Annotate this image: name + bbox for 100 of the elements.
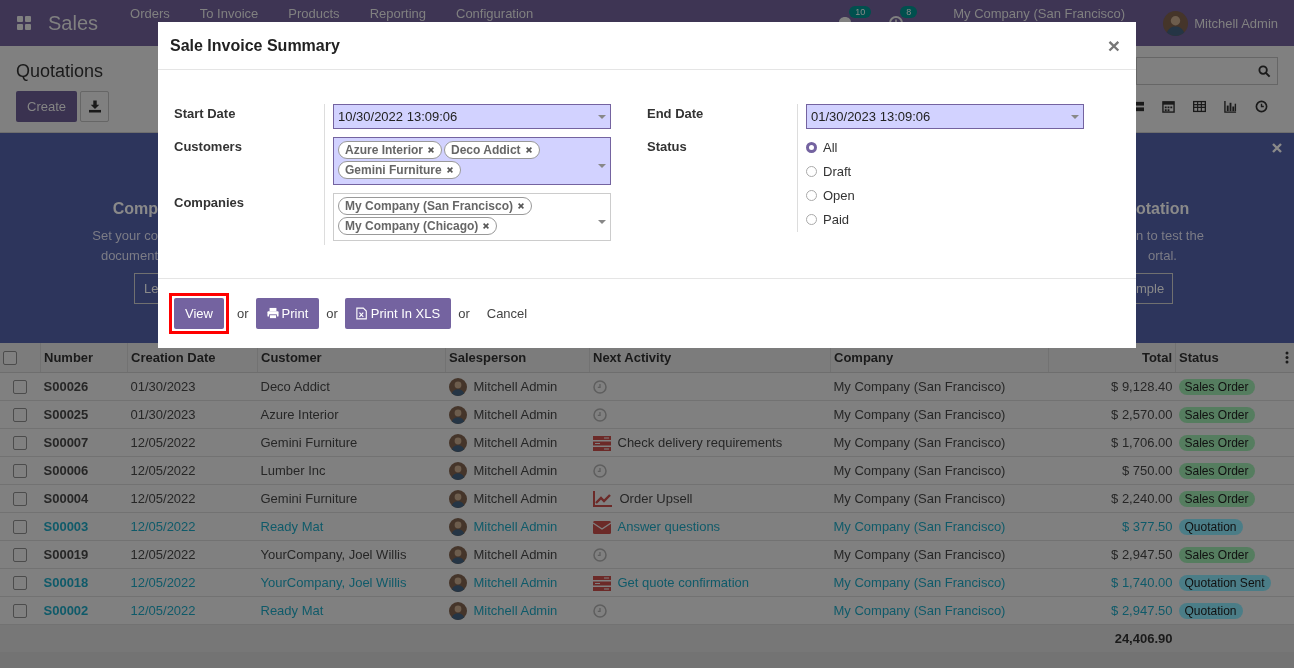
caret-icon [1071, 114, 1079, 119]
separator-text: or [236, 306, 249, 321]
table-cell: 12/05/2022 [130, 603, 196, 618]
list-icon[interactable] [592, 434, 611, 451]
activity-summary: Order Upsell [619, 491, 693, 506]
radio-option[interactable]: Paid [806, 211, 1120, 228]
search-field[interactable] [1136, 57, 1278, 85]
user-menu[interactable]: Mitchell Admin [1194, 15, 1278, 31]
action-button[interactable]: View [174, 298, 224, 329]
cancel-link[interactable]: Cancel [476, 306, 538, 321]
table-cell: My Company (San Francisco) [833, 547, 1006, 562]
order-number: S00002 [43, 603, 89, 618]
close-icon[interactable] [1271, 142, 1283, 154]
apps-menu-icon[interactable] [17, 16, 31, 30]
tags-field[interactable]: My Company (San Francisco) My Company (Chicago) [333, 193, 611, 241]
column-header[interactable]: Next Activity [593, 350, 672, 365]
envelope-icon[interactable] [592, 518, 611, 535]
radio-option[interactable]: Open [806, 187, 1120, 204]
banner-text: Set your co [92, 227, 158, 245]
row-checkbox[interactable] [13, 408, 28, 423]
status-badge: Sales Order [1178, 462, 1255, 479]
field-label: Start Date [174, 105, 237, 123]
avatar-icon [448, 545, 467, 564]
row-checkbox[interactable] [13, 464, 28, 479]
select-all-checkbox[interactable] [3, 351, 17, 366]
total-amount: 24,406.90 [1114, 631, 1173, 646]
status-badge: Quotation Sent [1178, 574, 1271, 591]
page-title: Quotations [16, 60, 104, 82]
download-icon [88, 100, 101, 113]
remove-icon[interactable] [482, 222, 491, 230]
row-checkbox[interactable] [13, 576, 28, 591]
table-cell: Ready Mat [260, 519, 324, 534]
table-cell: Mitchell Admin [473, 463, 558, 478]
user-avatar[interactable] [1163, 10, 1189, 36]
table-cell: Ready Mat [260, 603, 324, 618]
tag-chip[interactable]: Gemini Furniture [338, 161, 461, 179]
dialog-title: Sale Invoice Summary [170, 36, 340, 55]
download-button[interactable] [80, 91, 110, 122]
row-checkbox[interactable] [13, 548, 28, 563]
more-options-icon[interactable] [1285, 351, 1289, 364]
tag-chip[interactable]: My Company (San Francisco) [338, 197, 533, 215]
bar-chart-icon[interactable] [1224, 100, 1237, 113]
table-icon[interactable] [1193, 100, 1206, 113]
avatar-icon [448, 461, 467, 480]
table-cell: My Company (San Francisco) [833, 603, 1006, 618]
row-checkbox[interactable] [13, 492, 28, 507]
remove-icon[interactable] [427, 146, 435, 154]
radio-option[interactable]: All [806, 139, 1120, 156]
row-checkbox[interactable] [13, 520, 28, 535]
row-checkbox[interactable] [13, 436, 28, 451]
field-label: End Date [647, 105, 705, 123]
menu-item[interactable]: Reporting [369, 6, 426, 21]
table-cell: Azure Interior [260, 407, 339, 422]
tag-chip[interactable]: My Company (Chicago) [338, 217, 498, 235]
column-header[interactable]: Status [1179, 350, 1219, 365]
table-cell: Gemini Furniture [260, 435, 358, 450]
menu-item[interactable]: Products [288, 6, 340, 21]
row-checkbox[interactable] [13, 380, 28, 395]
menu-item[interactable]: Configuration [456, 6, 534, 21]
line-chart-icon[interactable] [592, 490, 613, 507]
create-button[interactable]: Create [16, 91, 78, 122]
remove-icon[interactable] [517, 202, 526, 210]
menu-item[interactable]: Orders [130, 6, 170, 21]
tag-chip[interactable]: Azure Interior [338, 141, 442, 159]
avatar-icon [448, 601, 467, 620]
search-icon[interactable] [1258, 64, 1271, 78]
date-field[interactable]: 10/30/2022 13:09:06 [333, 104, 611, 129]
field-label: Customers [174, 138, 243, 156]
amount: $ 1,740.00 [1111, 575, 1173, 590]
table-cell: Lumber Inc [260, 463, 326, 478]
table-cell: Mitchell Admin [473, 407, 558, 422]
column-header[interactable]: Company [834, 350, 894, 365]
action-button[interactable]: Print [255, 298, 320, 329]
action-button[interactable]: Print In XLS [344, 298, 452, 329]
remove-icon[interactable] [445, 166, 454, 174]
menu-item[interactable]: To Invoice [199, 6, 259, 21]
column-header[interactable]: Total [1141, 350, 1172, 365]
order-number: S00004 [43, 491, 89, 506]
close-button[interactable]: × [1103, 35, 1124, 56]
tags-field[interactable]: Azure Interior Deco Addict Gemini Furniture [333, 137, 611, 185]
radio-option[interactable]: Draft [806, 163, 1120, 180]
xls-file-icon [355, 307, 368, 320]
list-icon[interactable] [592, 574, 611, 591]
clock-icon[interactable] [1255, 100, 1268, 113]
avatar-icon [448, 489, 467, 508]
tag-chip[interactable]: Deco Addict [444, 141, 540, 159]
order-number: S00007 [43, 435, 89, 450]
row-checkbox[interactable] [13, 604, 28, 619]
banner-heading: Comp [112, 200, 158, 218]
status-badge: Quotation [1178, 602, 1243, 619]
amount: $ 2,947.50 [1111, 547, 1173, 562]
calendar-icon[interactable] [1162, 100, 1175, 113]
amount: $ 750.00 [1121, 463, 1173, 478]
column-header[interactable]: Customer [261, 350, 322, 365]
table-cell: 12/05/2022 [130, 519, 196, 534]
app-name[interactable]: Sales [48, 11, 99, 35]
company-switcher[interactable]: My Company (San Francisco) [953, 6, 1126, 21]
remove-icon[interactable] [524, 146, 533, 154]
table-cell: YourCompany, Joel Willis [260, 547, 407, 562]
date-field[interactable]: 01/30/2023 13:09:06 [806, 104, 1084, 129]
